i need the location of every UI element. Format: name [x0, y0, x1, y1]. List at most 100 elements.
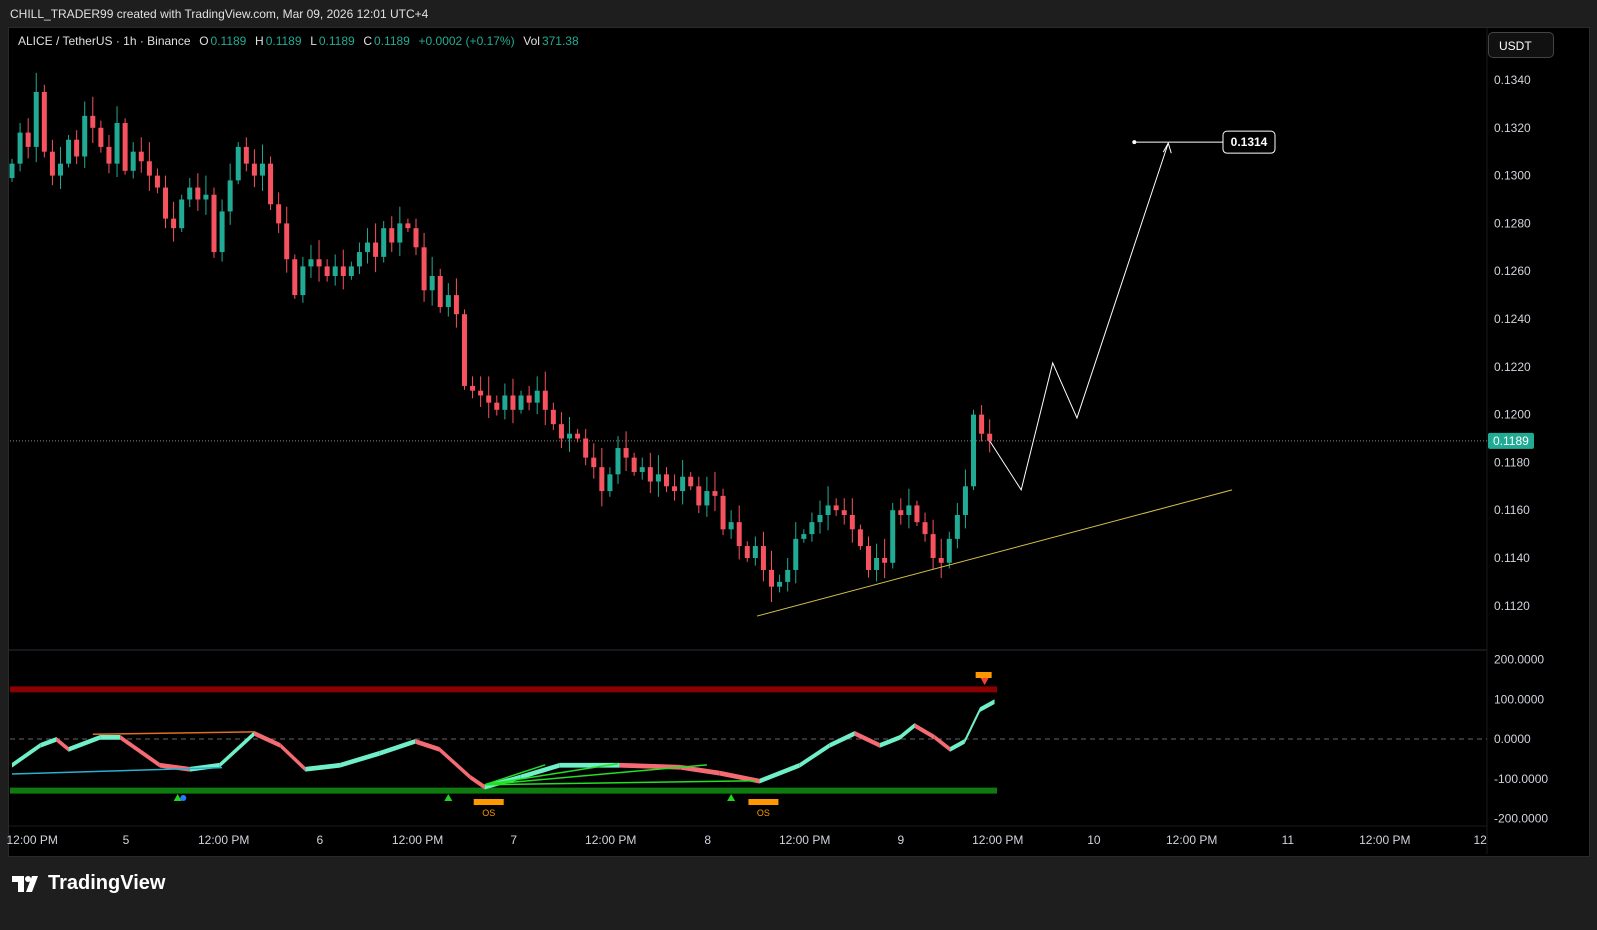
oscillator-segment: [439, 746, 471, 780]
candle-body: [122, 123, 128, 171]
bearish-divergence-line: [92, 731, 255, 735]
oscillator-segment: [934, 735, 951, 752]
candle-body: [478, 390, 484, 396]
candle-body: [470, 385, 476, 391]
time-tick-label: 7: [510, 833, 517, 847]
price-tick-label: 0.1300: [1494, 169, 1531, 183]
oscillator-segment: [12, 742, 41, 768]
candle-body: [567, 433, 573, 439]
price-tick-label: 0.1140: [1494, 551, 1530, 565]
price-tick-label: 0.1240: [1494, 312, 1531, 326]
oscillator-segment: [979, 699, 995, 712]
candle-body: [146, 161, 152, 176]
candle-body: [187, 187, 193, 200]
ob-marker: [975, 672, 992, 678]
oscillator-segment: [759, 762, 800, 784]
candle-body: [631, 457, 637, 472]
candle-body: [647, 467, 653, 482]
candle-body: [704, 491, 710, 506]
oscillator-segment: [879, 735, 900, 748]
oscillator-segment: [340, 750, 380, 768]
candle-body: [33, 91, 39, 147]
candle-body: [599, 467, 605, 492]
candle-body: [154, 175, 160, 188]
candle-body: [906, 505, 912, 515]
os-marker: [473, 799, 504, 805]
symbol-legend: ALICE / TetherUS · 1h · Binance O 0.1189 …: [18, 34, 581, 48]
candle-body: [381, 228, 387, 257]
candle-body: [494, 402, 500, 410]
oscillator-segment: [305, 762, 341, 772]
candle-body: [17, 132, 23, 164]
time-tick-label: 12:00 PM: [1166, 833, 1217, 847]
candle-body: [971, 414, 977, 487]
candle-body: [356, 252, 362, 267]
price-tick-label: 0.1320: [1494, 121, 1531, 135]
time-tick-label: 12: [1473, 833, 1487, 847]
candle-body: [486, 395, 492, 403]
candle-body: [163, 187, 169, 219]
candle-body: [857, 529, 863, 547]
candle-body: [90, 115, 96, 128]
candle-body: [373, 242, 379, 257]
candle-body: [841, 510, 847, 515]
symbol-name[interactable]: ALICE / TetherUS · 1h · Binance: [18, 34, 191, 48]
candle-body: [106, 146, 112, 164]
candle-body: [736, 522, 742, 547]
candle-body: [49, 151, 55, 176]
candle-body: [66, 139, 72, 164]
target-dot: [1132, 140, 1137, 145]
oscillator-segment: [254, 731, 281, 748]
oscillator-segment: [120, 735, 160, 768]
candle-body: [558, 424, 564, 439]
arrow-head-icon: [1162, 141, 1172, 154]
candle-body: [203, 194, 209, 200]
candle-body: [777, 581, 783, 587]
candle-body: [268, 163, 274, 205]
currency-unit-button[interactable]: USDT: [1488, 32, 1554, 58]
candle-body: [82, 115, 88, 157]
candle-body: [655, 474, 661, 482]
chart-canvas[interactable]: 0.1340 0.1320 0.1300 0.1280 0.1260 0.1240 0.12…: [0, 0, 1597, 930]
candle-body: [445, 295, 451, 308]
low-value: 0.1189: [318, 34, 355, 48]
price-tick-label: 0.1200: [1494, 408, 1531, 422]
oscillator-tick-label: 100.0000: [1494, 692, 1544, 706]
candle-body: [712, 491, 718, 496]
candle-body: [526, 395, 532, 403]
candle-body: [728, 522, 734, 530]
oscillator-segment: [470, 774, 485, 790]
candle-body: [413, 228, 419, 248]
time-tick-label: 12:00 PM: [585, 833, 636, 847]
candle-body: [987, 433, 993, 441]
candle-body: [98, 127, 104, 147]
candle-body: [865, 546, 871, 570]
candle-body: [74, 139, 80, 157]
candle-body: [817, 514, 823, 523]
sell-signal-triangle-icon: [980, 678, 989, 685]
time-tick-label: 12:00 PM: [198, 833, 249, 847]
candle-body: [607, 474, 613, 492]
last-price-label: 0.1189: [1493, 434, 1529, 448]
oscillator-segment: [100, 735, 121, 740]
candle-body: [801, 534, 807, 539]
target-label: 0.1314: [1231, 135, 1268, 149]
candle-body: [962, 486, 968, 515]
signal-dot: [180, 795, 187, 801]
oscillator-segment: [899, 723, 915, 740]
tradingview-logo[interactable]: TradingView: [12, 872, 165, 895]
oscillator-segment: [219, 731, 255, 768]
candle-body: [825, 505, 831, 515]
candle-body: [405, 223, 411, 229]
time-tick-label: 12:00 PM: [7, 833, 58, 847]
candle-body: [130, 151, 136, 171]
candle-body: [752, 546, 758, 558]
brand-name: TradingView: [48, 872, 166, 894]
candle-body: [688, 476, 694, 487]
candle-body: [227, 180, 233, 212]
candle-body: [914, 505, 920, 523]
candle-body: [680, 476, 686, 492]
candle-body: [623, 448, 629, 458]
candle-body: [179, 199, 185, 229]
price-tick-label: 0.1280: [1494, 216, 1531, 230]
